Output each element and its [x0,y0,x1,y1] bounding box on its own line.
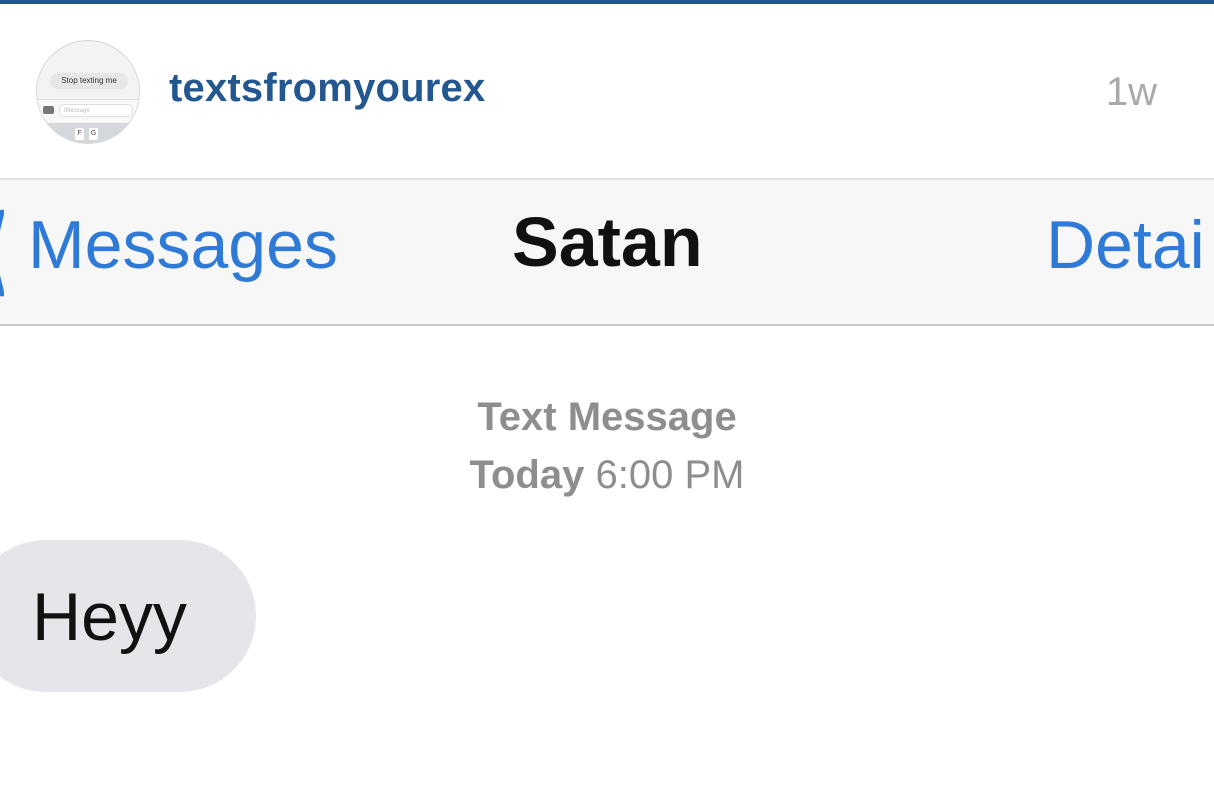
time-label: 6:00 PM [595,453,745,497]
avatar-input-placeholder: iMessage [59,104,133,117]
message-meta: Text Message Today 6:00 PM [0,388,1214,504]
message-text: Heyy [32,579,187,655]
messages-nav-bar: Messages Satan Detai [0,178,1214,326]
avatar-keyboard: F G [37,123,139,143]
avatar-bubble-text: Stop texting me [50,73,128,89]
incoming-message-bubble[interactable]: Heyy [0,540,256,692]
post-age: 1w [1105,70,1157,114]
chevron-left-icon[interactable] [0,208,4,298]
username-link[interactable]: textsfromyourex [169,66,485,111]
contact-title: Satan [512,203,703,281]
service-label: Text Message [477,395,737,439]
avatar-input-bar: iMessage [37,99,139,122]
post-header: Stop texting me iMessage F G textsfromyo… [0,4,1214,178]
day-label: Today [469,453,585,497]
avatar-key: F [75,128,84,140]
camera-icon [43,106,54,114]
details-button[interactable]: Detai [1046,206,1205,284]
timestamp-line: Today 6:00 PM [0,446,1214,504]
avatar[interactable]: Stop texting me iMessage F G [36,40,140,144]
conversation-area: Text Message Today 6:00 PM Heyy [0,326,1214,800]
avatar-key: G [89,128,98,140]
back-to-messages-button[interactable]: Messages [28,206,338,284]
